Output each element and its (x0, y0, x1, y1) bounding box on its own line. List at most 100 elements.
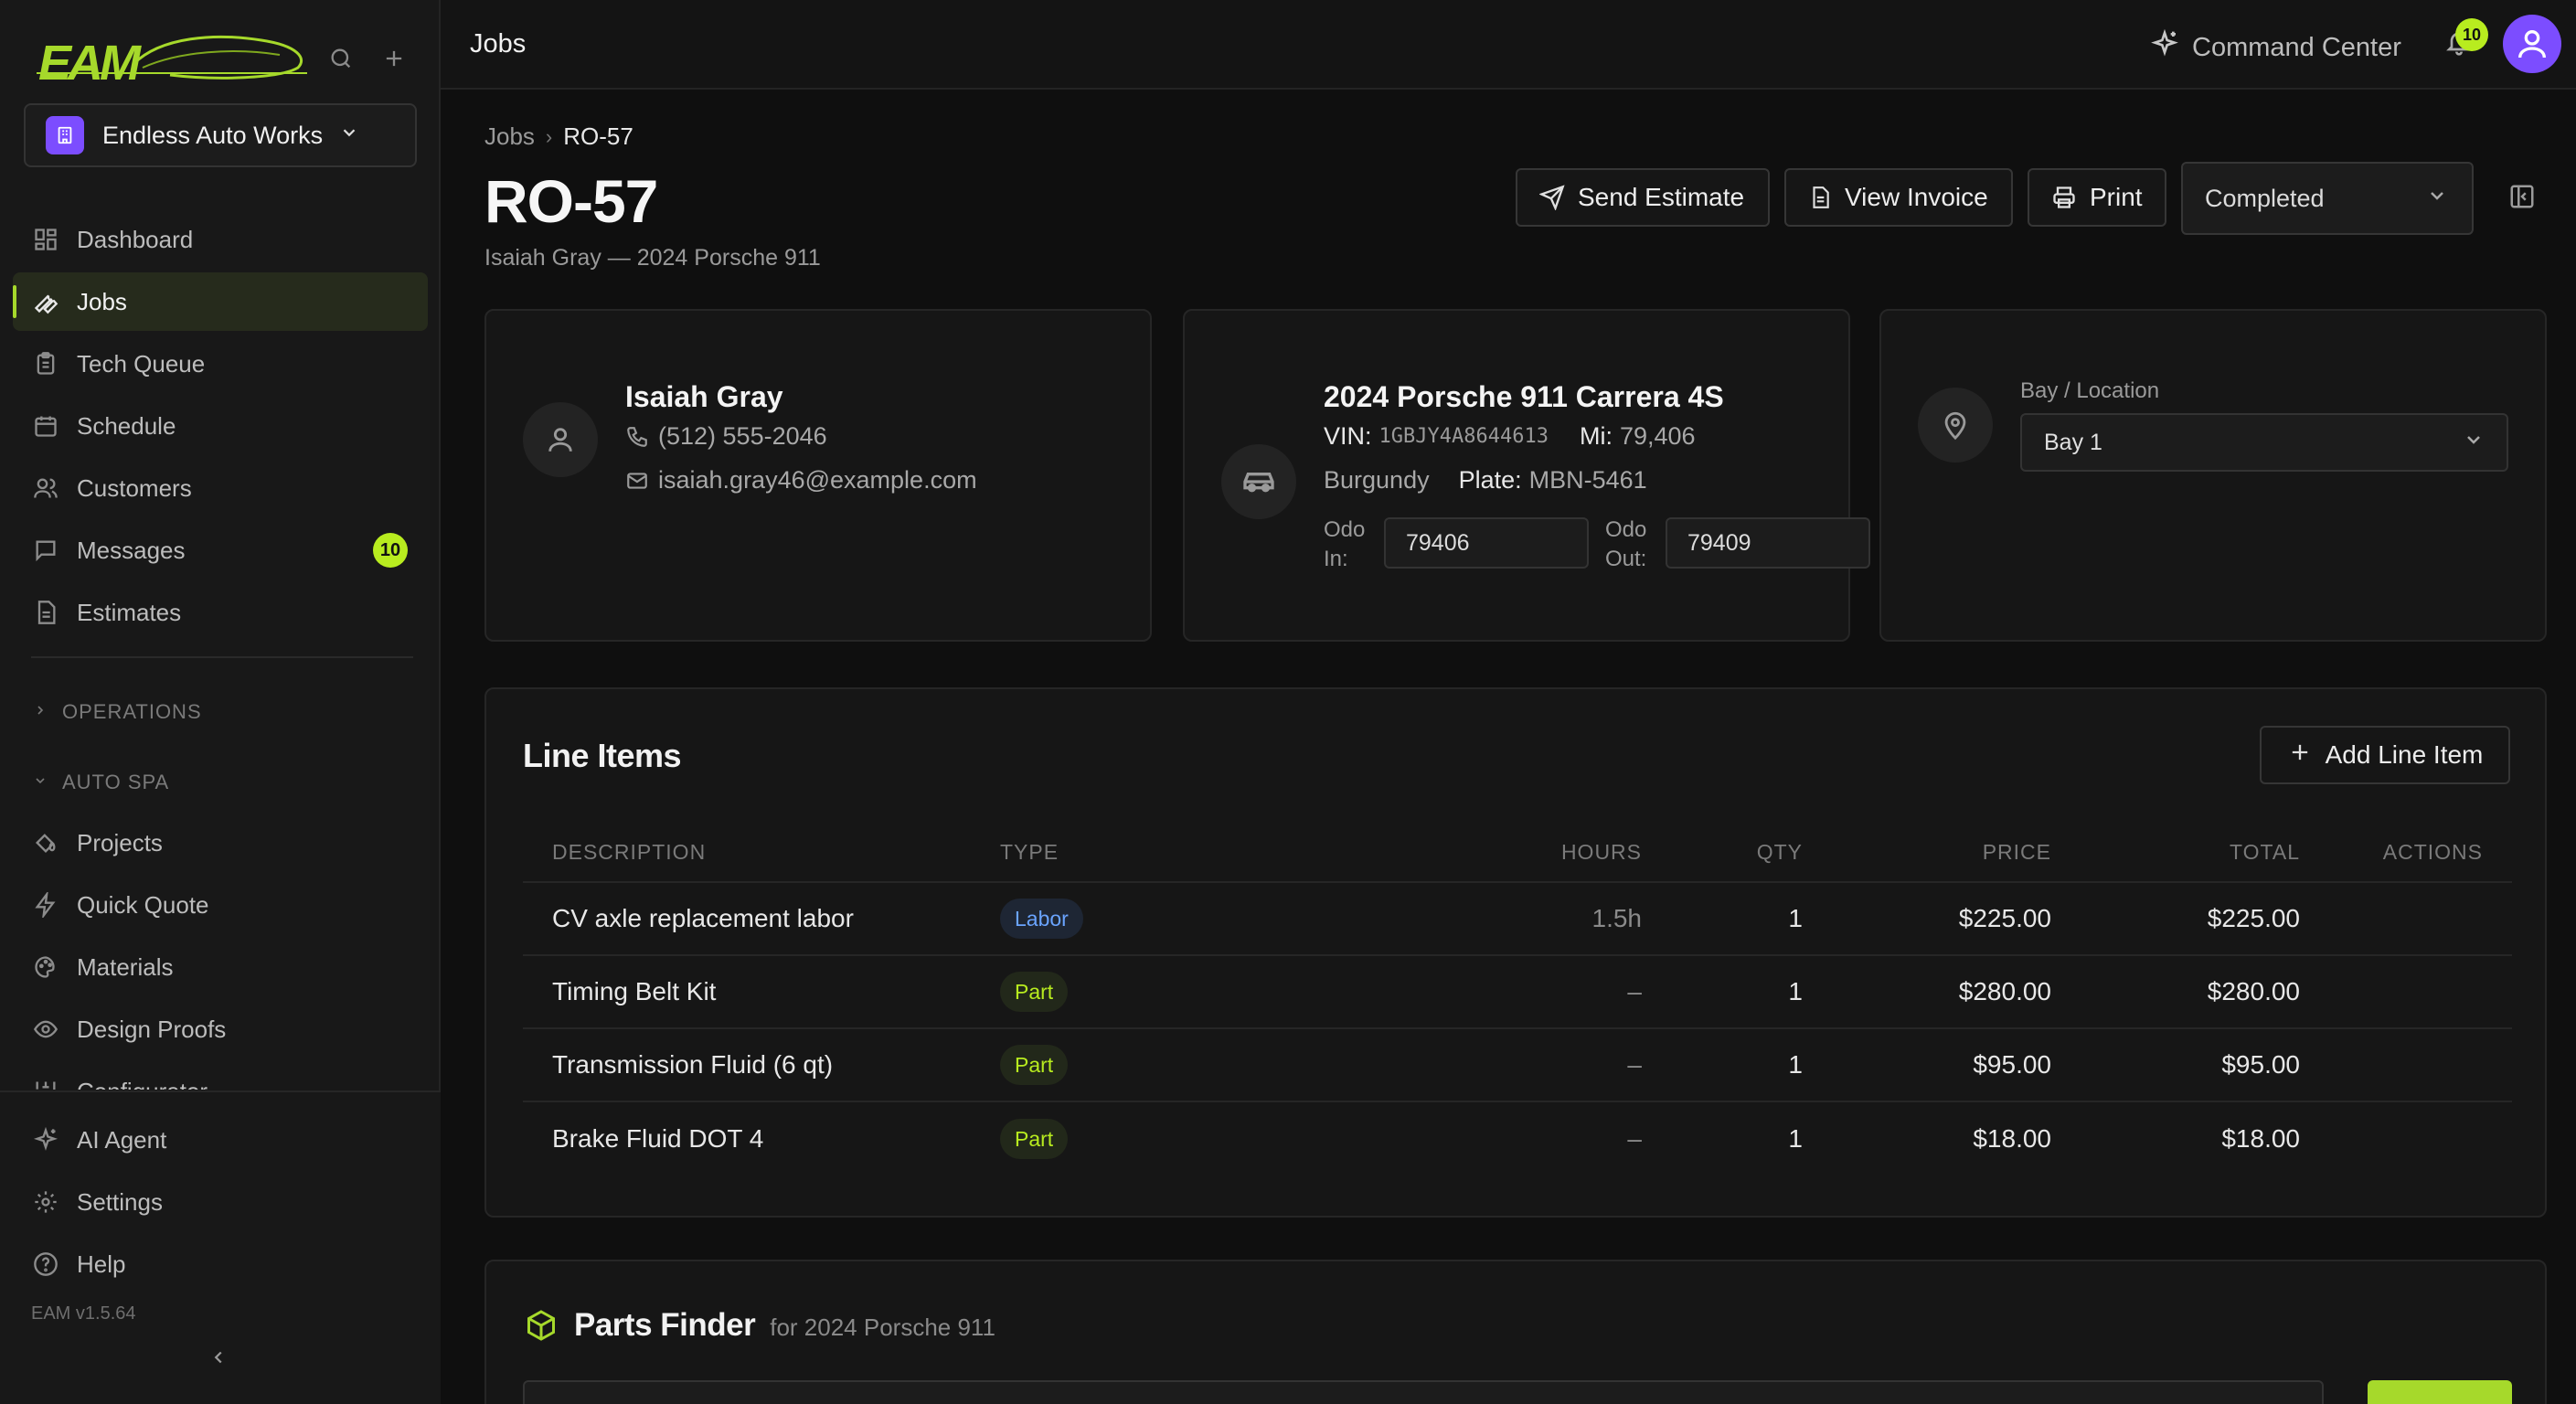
sidebar-item-settings[interactable]: Settings (13, 1173, 428, 1231)
col-description: DESCRIPTION (552, 839, 707, 864)
cell-qty: 1 (1788, 904, 1803, 932)
sparkles-icon (31, 1125, 60, 1154)
org-switcher[interactable]: Endless Auto Works (24, 103, 417, 167)
add-line-item-button[interactable]: Add Line Item (2260, 726, 2510, 784)
message-icon (31, 536, 60, 565)
status-select[interactable]: Completed (2181, 162, 2474, 235)
sidebar-item-dashboard[interactable]: Dashboard (13, 210, 428, 269)
view-invoice-button[interactable]: View Invoice (1784, 168, 2013, 227)
section-operations[interactable]: OPERATIONS (33, 700, 202, 724)
customer-card: Isaiah Gray (512) 555-2046 isaiah.gray46… (484, 309, 1152, 642)
odo-out-field[interactable]: 79409 (1666, 517, 1870, 569)
customer-phone[interactable]: (512) 555-2046 (625, 422, 827, 451)
sidebar-item-projects[interactable]: Projects (13, 814, 428, 872)
eam-logo[interactable]: EAM (33, 27, 316, 90)
send-estimate-button[interactable]: Send Estimate (1516, 168, 1770, 227)
plus-icon[interactable] (380, 46, 408, 73)
logo-text: EAM (38, 36, 141, 90)
topbar: Jobs Command Center 10 (441, 0, 2576, 90)
sidebar-item-label: AI Agent (77, 1125, 167, 1154)
table-header: DESCRIPTION TYPE HOURS QTY PRICE TOTAL A… (523, 823, 2512, 883)
sidebar-item-tech-queue[interactable]: Tech Queue (13, 335, 428, 393)
search-icon[interactable] (327, 46, 355, 73)
sparkles-icon (2150, 28, 2179, 66)
command-center-button[interactable]: Command Center (2150, 28, 2401, 66)
chevron-down-icon (339, 122, 359, 148)
app-version: EAM v1.5.64 (31, 1303, 136, 1324)
users-icon (31, 473, 60, 503)
breadcrumb: Jobs › RO-57 (484, 122, 633, 151)
bay-select[interactable]: Bay 1 (2020, 413, 2508, 472)
plate-label: Plate: (1458, 466, 1522, 494)
status-value: Completed (2205, 184, 2325, 212)
parts-search-button[interactable] (2368, 1380, 2512, 1404)
type-badge: Part (1000, 1045, 1069, 1085)
vin-label: VIN: (1324, 422, 1372, 450)
chevron-down-icon (2463, 429, 2485, 457)
sidebar-item-label: Estimates (77, 598, 182, 626)
cell-total: $225.00 (2207, 904, 2300, 932)
cell-total: $95.00 (2221, 1050, 2300, 1079)
breadcrumb-parent[interactable]: Jobs (484, 122, 535, 151)
sidebar-item-configurator[interactable]: Configurator (13, 1062, 428, 1090)
page-subtitle: Isaiah Gray — 2024 Porsche 911 (484, 245, 821, 271)
file-icon (31, 598, 60, 627)
parts-finder-card: Parts Finder for 2024 Porsche 911 (484, 1260, 2547, 1404)
sidebar-item-ai-agent[interactable]: AI Agent (13, 1111, 428, 1169)
sidebar-item-label: Tech Queue (77, 349, 206, 378)
sidebar-item-messages[interactable]: Messages 10 (13, 521, 428, 580)
bay-card: Bay / Location Bay 1 (1879, 309, 2547, 642)
sidebar-item-estimates[interactable]: Estimates (13, 583, 428, 642)
cell-type: Part (1000, 1102, 1069, 1175)
parts-search-input[interactable] (523, 1380, 2324, 1404)
cell-type: Part (1000, 956, 1069, 1027)
table-row[interactable]: CV axle replacement labor Labor 1.5h 1 $… (523, 883, 2512, 956)
sidebar-item-quick-quote[interactable]: Quick Quote (13, 876, 428, 934)
sidebar-item-label: Design Proofs (77, 1015, 227, 1043)
sidebar-item-help[interactable]: Help (13, 1235, 428, 1293)
paint-bucket-icon (31, 828, 60, 857)
sidebar-item-jobs[interactable]: Jobs (13, 272, 428, 331)
sidebar-item-customers[interactable]: Customers (13, 459, 428, 517)
bottom-nav: AI Agent Settings Help (13, 1111, 428, 1297)
panel-toggle-icon[interactable] (2508, 183, 2538, 212)
sidebar-item-design-proofs[interactable]: Design Proofs (13, 1000, 428, 1058)
file-text-icon (1808, 186, 1832, 209)
eye-icon (31, 1015, 60, 1044)
cell-price: $280.00 (1958, 977, 2051, 1005)
cell-qty: 1 (1788, 977, 1803, 1005)
sliders-icon (31, 1077, 60, 1090)
section-auto-spa[interactable]: AUTO SPA (33, 771, 169, 794)
vehicle-color: Burgundy (1324, 466, 1430, 494)
sidebar-item-materials[interactable]: Materials (13, 938, 428, 996)
collapse-sidebar-icon[interactable] (208, 1344, 229, 1375)
bay-label: Bay / Location (2020, 378, 2160, 403)
table-row[interactable]: Brake Fluid DOT 4 Part – 1 $18.00 $18.00 (523, 1102, 2512, 1175)
send-estimate-label: Send Estimate (1578, 183, 1745, 211)
print-button[interactable]: Print (2028, 168, 2166, 227)
map-pin-icon (1918, 388, 1993, 463)
cell-type: Part (1000, 1029, 1069, 1101)
section-label: AUTO SPA (62, 771, 170, 793)
odo-in-label: Odo In: (1324, 517, 1366, 571)
sidebar-item-label: Jobs (77, 287, 127, 315)
sidebar-item-label: Projects (77, 828, 163, 856)
table-row[interactable]: Timing Belt Kit Part – 1 $280.00 $280.00 (523, 956, 2512, 1029)
gear-icon (31, 1187, 60, 1217)
command-center-label: Command Center (2192, 32, 2401, 62)
org-name: Endless Auto Works (102, 121, 324, 149)
breadcrumb-current: RO-57 (563, 122, 633, 150)
sidebar-item-schedule[interactable]: Schedule (13, 397, 428, 455)
calendar-icon (31, 411, 60, 441)
user-icon (523, 402, 598, 477)
customer-email[interactable]: isaiah.gray46@example.com (625, 466, 977, 495)
odo-in-field[interactable]: 79406 (1384, 517, 1589, 569)
mail-icon (625, 469, 649, 493)
line-items-title: Line Items (523, 737, 682, 774)
avatar[interactable] (2503, 15, 2561, 73)
col-type: TYPE (1000, 839, 1059, 864)
table-row[interactable]: Transmission Fluid (6 qt) Part – 1 $95.0… (523, 1029, 2512, 1102)
section-label: OPERATIONS (62, 700, 202, 723)
cell-total: $280.00 (2207, 977, 2300, 1005)
printer-icon (2051, 185, 2077, 210)
